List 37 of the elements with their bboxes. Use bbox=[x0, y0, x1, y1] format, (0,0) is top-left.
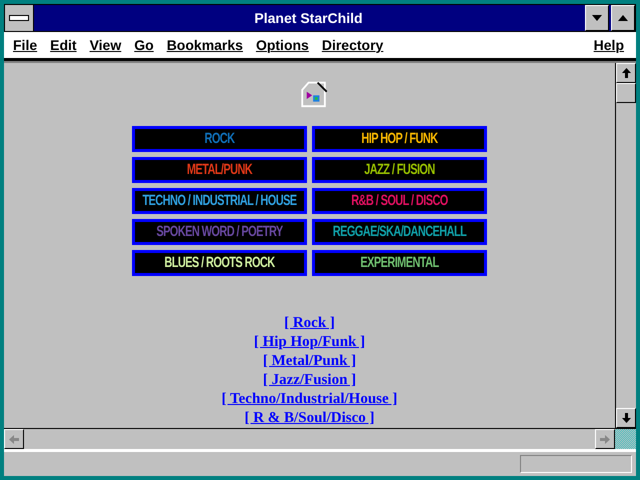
right-arrow-icon bbox=[600, 434, 610, 444]
genre-link[interactable]: [ R & B/Soul/Disco ] bbox=[244, 409, 374, 428]
genre-banner[interactable]: ROCK bbox=[132, 126, 307, 152]
genre-banner[interactable]: REGGAE/SKA/DANCEHALL bbox=[312, 219, 487, 245]
minimize-button[interactable] bbox=[585, 5, 609, 31]
genre-banner[interactable]: R&B / SOUL / DISCO bbox=[312, 188, 487, 214]
up-arrow-icon bbox=[618, 15, 628, 21]
genre-banner[interactable]: BLUES / ROOTS ROCK bbox=[132, 250, 307, 276]
genre-banner[interactable]: TECHNO / INDUSTRIAL / HOUSE bbox=[132, 188, 307, 214]
left-arrow-icon bbox=[9, 434, 19, 444]
system-menu-button[interactable] bbox=[5, 5, 34, 31]
menu-item[interactable]: Go bbox=[134, 37, 154, 53]
horizontal-scrollbar[interactable] bbox=[4, 429, 615, 449]
genre-link[interactable]: [ Techno/Industrial/House ] bbox=[222, 390, 398, 409]
scroll-thumb[interactable] bbox=[616, 83, 636, 103]
window-title: Planet StarChild bbox=[253, 10, 364, 26]
menu-item[interactable]: Help bbox=[594, 37, 624, 53]
menu-item[interactable]: Options bbox=[256, 37, 309, 53]
genre-link[interactable]: [ Metal/Punk ] bbox=[262, 352, 356, 371]
down-arrow-icon bbox=[592, 15, 602, 21]
menu-item[interactable]: Bookmarks bbox=[166, 37, 243, 53]
genre-link[interactable]: [ Hip Hop/Funk ] bbox=[254, 333, 366, 352]
vertical-scrollbar[interactable] bbox=[615, 63, 636, 428]
genre-link[interactable]: [ Rock ] bbox=[284, 314, 335, 333]
genre-link[interactable]: [ Jazz/Fusion ] bbox=[262, 371, 356, 390]
menu-item[interactable]: File bbox=[13, 37, 38, 53]
genre-banner[interactable]: METAL/PUNK bbox=[132, 157, 307, 183]
up-arrow-icon bbox=[622, 68, 630, 78]
menu-item[interactable]: Directory bbox=[322, 37, 384, 53]
genre-banner[interactable]: HIP HOP / FUNK bbox=[312, 126, 487, 152]
genre-banner[interactable]: JAZZ / FUSION bbox=[312, 157, 487, 183]
menu-item[interactable]: Edit bbox=[50, 37, 77, 53]
maximize-button[interactable] bbox=[611, 5, 635, 31]
menu-item[interactable]: View bbox=[90, 37, 122, 53]
genre-banner[interactable]: EXPERIMENTAL bbox=[312, 250, 487, 276]
down-arrow-icon bbox=[622, 413, 630, 423]
scrollbar-corner bbox=[615, 429, 636, 449]
